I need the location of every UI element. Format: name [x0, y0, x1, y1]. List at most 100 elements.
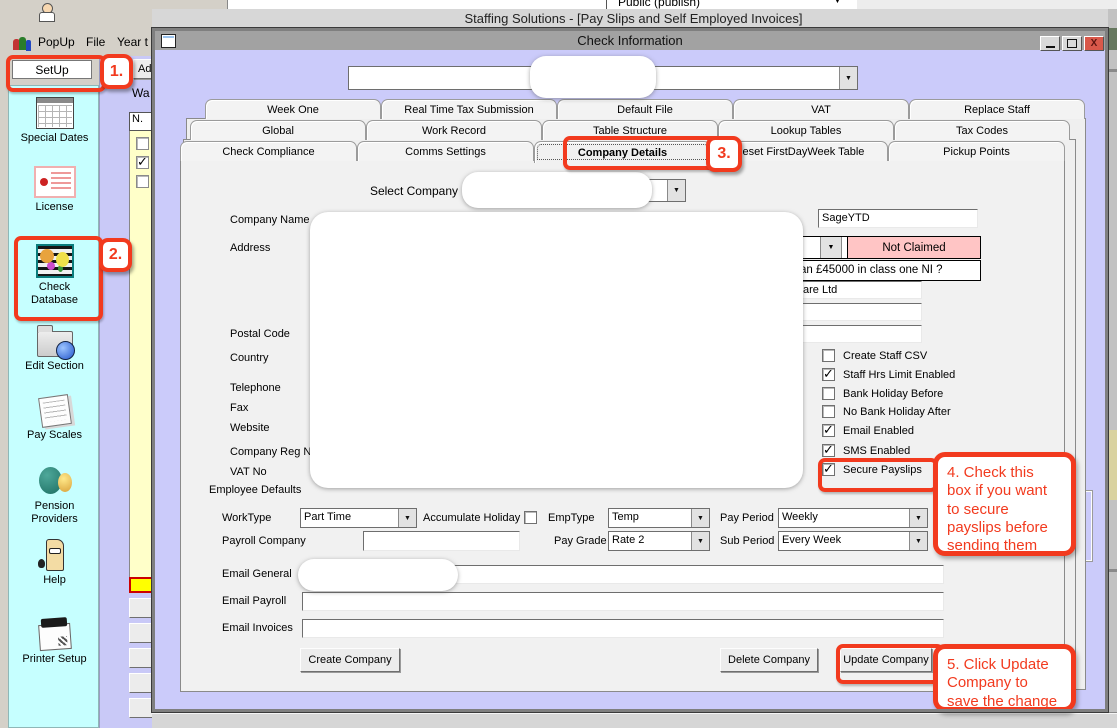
tab-replace-staff[interactable]: Replace Staff — [909, 99, 1085, 119]
worktype-label: WorkType — [222, 512, 271, 524]
email-payroll-label: Email Payroll — [222, 595, 286, 607]
tab-tax-codes[interactable]: Tax Codes — [894, 120, 1070, 140]
step-1-badge: 1. — [100, 54, 133, 89]
documents-icon — [9, 396, 100, 426]
chevron-down-icon[interactable]: ▼ — [820, 237, 842, 258]
worktype-combo[interactable]: Part Time▼ — [300, 508, 417, 528]
sidebar-item-label: Help — [9, 574, 100, 587]
certificate-icon — [9, 166, 100, 198]
minimize-button[interactable] — [1040, 36, 1060, 51]
sidebar-item-pay-scales[interactable]: Pay Scales — [9, 396, 100, 442]
sidebar-item-special-dates[interactable]: Special Dates — [9, 97, 100, 145]
checkbox[interactable] — [822, 405, 835, 418]
grid-checkbox-2[interactable] — [136, 156, 149, 169]
row-cell[interactable] — [129, 673, 153, 693]
pay-grade-combo[interactable]: Rate 2▼ — [608, 531, 710, 551]
setup-button[interactable]: SetUp — [12, 60, 92, 79]
emptype-combo[interactable]: Temp▼ — [608, 508, 710, 528]
tab-table-structure[interactable]: Table Structure — [542, 120, 718, 140]
chevron-down-icon[interactable]: ▼ — [909, 509, 927, 527]
sage-field[interactable]: SageYTD — [818, 209, 978, 228]
top-combo-divider — [606, 0, 607, 9]
create-company-button[interactable]: Create Company — [300, 648, 400, 672]
chevron-down-icon[interactable]: ▼ — [667, 180, 685, 201]
people-database-icon — [9, 244, 100, 278]
tab-lookup-tables[interactable]: Lookup Tables — [718, 120, 894, 140]
pay-period-combo[interactable]: Weekly▼ — [778, 508, 928, 528]
tab-work-record[interactable]: Work Record — [366, 120, 542, 140]
sidebar-item-check-database[interactable]: Check Database — [9, 244, 100, 307]
company-partial-field[interactable]: are Ltd — [799, 281, 922, 299]
sidebar-item-label: Pension Providers — [24, 500, 86, 526]
chevron-down-icon[interactable]: ▼ — [691, 532, 709, 550]
sidebar-item-pension-providers[interactable]: Pension Providers — [9, 467, 100, 526]
checkbox-secure-payslips[interactable]: Secure Payslips — [822, 463, 922, 476]
grid-checkbox-1[interactable] — [136, 137, 149, 150]
tab-default-file[interactable]: Default File — [557, 99, 733, 119]
row-cell[interactable] — [129, 623, 153, 643]
background-window-sliver — [1108, 9, 1117, 728]
checkbox-no-bank-holiday-after[interactable]: No Bank Holiday After — [822, 405, 951, 418]
sub-period-combo[interactable]: Every Week▼ — [778, 531, 928, 551]
email-payroll-field[interactable] — [302, 592, 944, 611]
grid-checkbox-3[interactable] — [136, 175, 149, 188]
row-cell[interactable] — [129, 598, 153, 618]
dialog-title: Check Information — [155, 33, 1105, 48]
accumulate-holiday-checkbox[interactable] — [524, 511, 537, 524]
pay-period-label: Pay Period — [720, 512, 774, 524]
top-combo-value[interactable]: Public (publish) — [618, 0, 700, 9]
close-button[interactable]: X — [1084, 36, 1104, 51]
checkbox[interactable] — [822, 368, 835, 381]
dialog-titlebar[interactable]: Check Information X — [155, 31, 1105, 50]
checkbox[interactable] — [822, 424, 835, 437]
chevron-down-icon[interactable]: ▼ — [834, 0, 841, 5]
sidebar-item-printer-setup[interactable]: Printer Setup — [9, 617, 100, 666]
checkbox-create-staff-csv[interactable]: Create Staff CSV — [822, 349, 927, 362]
sidebar-item-label: Printer Setup — [9, 653, 100, 666]
printer-icon — [9, 617, 100, 650]
chevron-down-icon[interactable]: ▼ — [398, 509, 416, 527]
checkbox[interactable] — [822, 463, 835, 476]
postal-code-label: Postal Code — [230, 328, 290, 340]
outer-window-title: Staffing Solutions - [Pay Slips and Self… — [150, 11, 1117, 26]
sidebar-item-help[interactable]: Help — [9, 539, 100, 587]
menu-popup[interactable]: PopUp — [38, 35, 75, 49]
selected-row-highlight[interactable] — [129, 577, 153, 593]
checkbox[interactable] — [822, 387, 835, 400]
sidebar-item-license[interactable]: License — [9, 166, 100, 214]
checkbox-sms-enabled[interactable]: SMS Enabled — [822, 444, 910, 457]
tab-company-details[interactable]: Company Details — [534, 141, 711, 163]
chevron-down-icon[interactable]: ▼ — [909, 532, 927, 550]
checkbox[interactable] — [822, 349, 835, 362]
delete-company-button[interactable]: Delete Company — [720, 648, 818, 672]
row-cell[interactable] — [129, 698, 153, 718]
checkbox-email-enabled[interactable]: Email Enabled — [822, 424, 914, 437]
tab-comms-settings[interactable]: Comms Settings — [357, 141, 534, 161]
email-invoices-field[interactable] — [302, 619, 944, 638]
sidebar-item-edit-section[interactable]: Edit Section — [9, 324, 100, 373]
menu-people-icon — [13, 35, 32, 50]
sidebar-item-label: Special Dates — [9, 132, 100, 145]
chevron-down-icon[interactable]: ▼ — [691, 509, 709, 527]
update-company-button[interactable]: Update Company — [840, 648, 932, 672]
checkbox-bank-holiday-before[interactable]: Bank Holiday Before — [822, 387, 943, 400]
menu-file[interactable]: File — [86, 35, 105, 49]
sidebar-item-label: License — [9, 201, 100, 214]
checkbox[interactable] — [822, 444, 835, 457]
empty-field-1[interactable] — [799, 303, 922, 321]
maximize-button[interactable] — [1062, 36, 1082, 51]
tab-vat[interactable]: VAT — [733, 99, 909, 119]
empty-field-2[interactable] — [799, 325, 922, 343]
tab-pickup-points[interactable]: Pickup Points — [888, 141, 1065, 161]
row-cell[interactable] — [129, 648, 153, 668]
tab-week-one[interactable]: Week One — [205, 99, 381, 119]
tab-real-time-tax-submission[interactable]: Real Time Tax Submission — [381, 99, 557, 119]
pension-people-icon — [9, 467, 100, 497]
tab-global[interactable]: Global — [190, 120, 366, 140]
tab-check-compliance[interactable]: Check Compliance — [180, 141, 357, 161]
email-invoices-label: Email Invoices — [222, 622, 293, 634]
chevron-down-icon[interactable]: ▼ — [839, 67, 857, 89]
checkbox-staff-hrs-limit[interactable]: Staff Hrs Limit Enabled — [822, 368, 955, 381]
menu-year[interactable]: Year t — [117, 35, 148, 49]
payroll-company-field[interactable] — [363, 531, 520, 551]
